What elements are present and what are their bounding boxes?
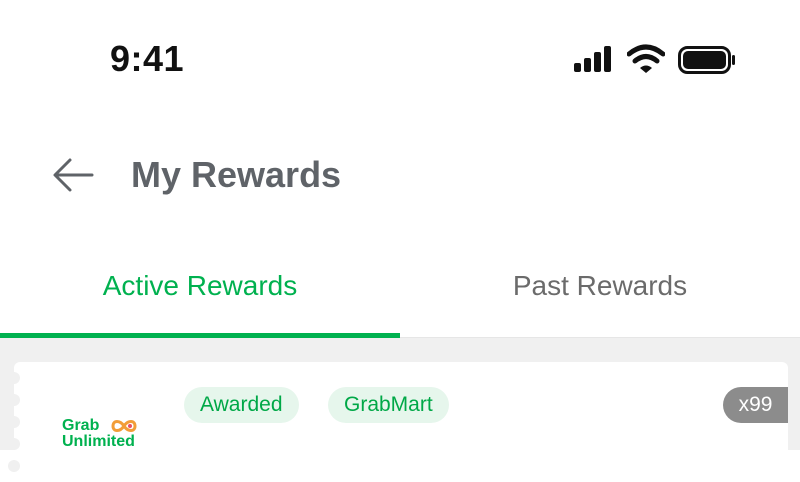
grab-unlimited-logo: Grab Unlimited (62, 417, 152, 477)
infinity-icon (111, 420, 137, 432)
card-notch (8, 372, 20, 384)
card-notch (8, 416, 20, 428)
tab-label: Past Rewards (512, 270, 688, 301)
card-notch (8, 438, 20, 450)
rewards-list: Grab Unlimited Awarded GrabMart x99 (0, 338, 800, 482)
logo-text-line2: Unlimited (62, 433, 135, 450)
reward-card[interactable]: Grab Unlimited Awarded GrabMart x99 (8, 362, 788, 482)
cellular-signal-icon (574, 46, 614, 72)
page-title: My Rewards (131, 154, 342, 195)
status-bar: 9:41 (0, 0, 800, 110)
arrow-left-icon[interactable] (52, 157, 94, 193)
tab-past-rewards[interactable]: Past Rewards (400, 250, 800, 337)
quantity-badge: x99 (723, 387, 788, 423)
category-badge: GrabMart (328, 387, 449, 423)
card-notch (8, 394, 20, 406)
app-header: My Rewards (0, 130, 800, 220)
status-badge: Awarded (184, 387, 299, 423)
tab-active-rewards[interactable]: Active Rewards (0, 250, 400, 337)
rewards-tabs: Active Rewards Past Rewards (0, 250, 800, 338)
battery-icon (678, 46, 735, 74)
status-time: 9:41 (110, 38, 185, 79)
tab-label: Active Rewards (102, 270, 298, 301)
wifi-icon (627, 44, 665, 73)
card-notch (8, 460, 20, 472)
